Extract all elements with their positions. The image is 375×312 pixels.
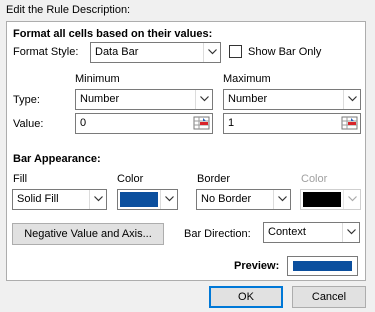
- show-bar-only-label[interactable]: Show Bar Only: [248, 46, 321, 59]
- show-bar-only-checkbox[interactable]: [229, 45, 242, 58]
- chevron-down-icon[interactable]: [195, 90, 212, 109]
- value-label: Value:: [13, 118, 44, 130]
- maximum-heading: Maximum: [223, 73, 271, 85]
- chevron-down-icon[interactable]: [273, 190, 290, 209]
- bar-direction-dropdown[interactable]: Context: [263, 222, 360, 243]
- cell-reference-icon[interactable]: [192, 115, 211, 132]
- ok-button[interactable]: OK: [209, 286, 283, 308]
- format-heading: Format all cells based on their values:: [13, 28, 213, 40]
- fill-color-picker[interactable]: [117, 189, 178, 210]
- minimum-value-text: 0: [80, 117, 87, 129]
- negative-value-axis-button[interactable]: Negative Value and Axis...: [12, 223, 164, 245]
- bar-direction-label: Bar Direction:: [184, 228, 251, 240]
- border-color-swatch: [303, 192, 341, 207]
- minimum-heading: Minimum: [75, 73, 120, 85]
- section-title: Edit the Rule Description:: [6, 4, 131, 16]
- border-label: Border: [197, 173, 231, 185]
- chevron-down-icon[interactable]: [342, 223, 359, 242]
- maximum-type-dropdown[interactable]: Number: [223, 89, 361, 110]
- chevron-down-icon[interactable]: [160, 190, 177, 209]
- fill-color-swatch: [120, 192, 158, 207]
- maximum-value-text: 1: [228, 117, 235, 129]
- format-style-value: Data Bar: [95, 46, 139, 58]
- fill-value: Solid Fill: [17, 193, 59, 205]
- chevron-down-icon[interactable]: [203, 43, 220, 62]
- border-color-picker[interactable]: [300, 189, 361, 210]
- format-style-label: Format Style:: [13, 46, 79, 58]
- fill-dropdown[interactable]: Solid Fill: [12, 189, 107, 210]
- preview-box: [287, 256, 358, 276]
- maximum-value-input[interactable]: 1: [223, 113, 361, 134]
- border-color-label: Color: [301, 173, 328, 185]
- chevron-down-icon[interactable]: [343, 90, 360, 109]
- minimum-value-input[interactable]: 0: [75, 113, 213, 134]
- format-style-dropdown[interactable]: Data Bar: [90, 42, 221, 63]
- preview-label: Preview:: [234, 260, 280, 272]
- cell-reference-icon[interactable]: [340, 115, 359, 132]
- cancel-button[interactable]: Cancel: [292, 286, 366, 308]
- type-label: Type:: [13, 94, 40, 106]
- fill-label: Fill: [13, 173, 28, 185]
- border-dropdown[interactable]: No Border: [196, 189, 291, 210]
- bar-direction-value: Context: [268, 226, 306, 238]
- maximum-type-value: Number: [228, 93, 268, 105]
- chevron-down-icon[interactable]: [343, 190, 360, 209]
- rule-description-panel: Format all cells based on their values: …: [6, 21, 366, 281]
- bar-appearance-heading: Bar Appearance:: [13, 153, 101, 165]
- minimum-type-dropdown[interactable]: Number: [75, 89, 213, 110]
- preview-bar: [293, 261, 352, 271]
- border-value: No Border: [201, 193, 252, 205]
- chevron-down-icon[interactable]: [89, 190, 106, 209]
- fill-color-label: Color: [117, 173, 144, 185]
- minimum-type-value: Number: [80, 93, 120, 105]
